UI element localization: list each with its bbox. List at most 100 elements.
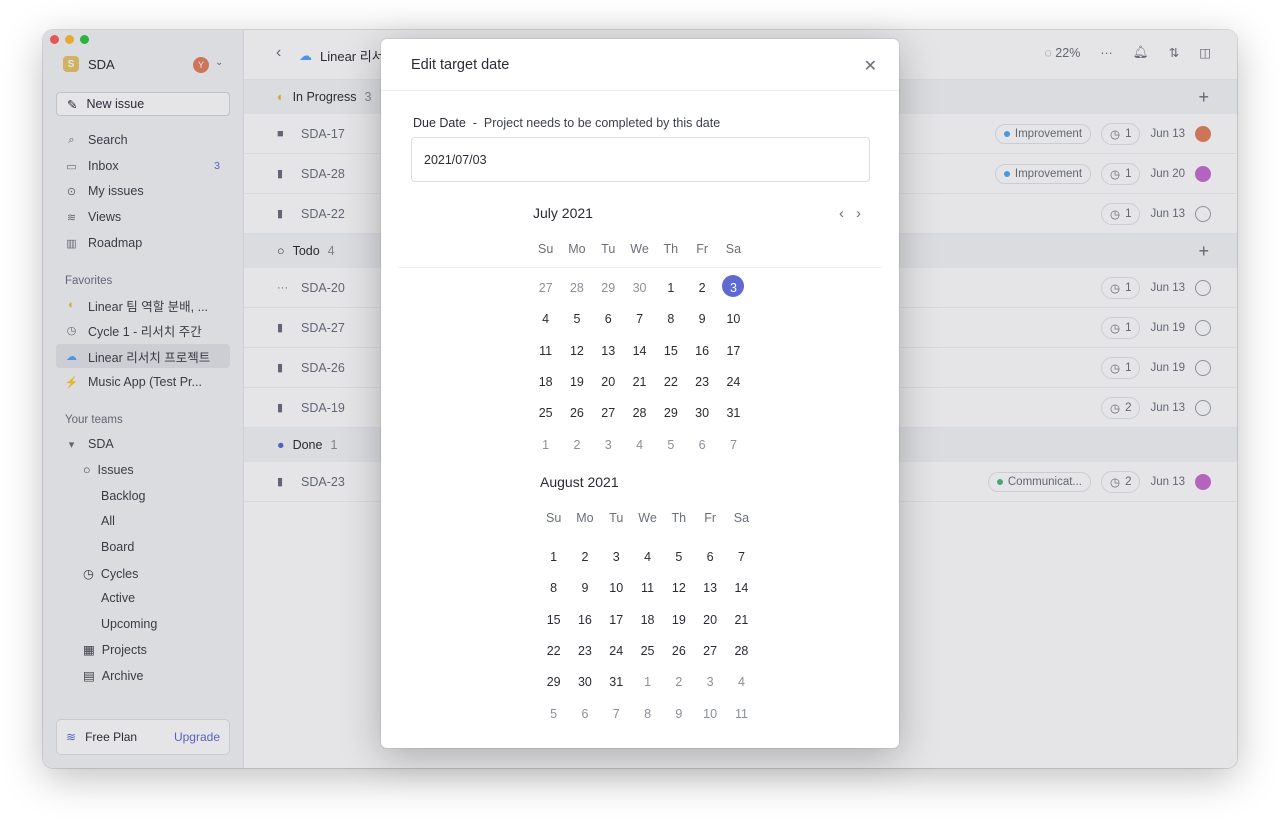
calendar-day[interactable]: 28 [726,644,757,658]
calendar-day[interactable]: 2 [561,438,592,452]
calendar-day[interactable]: 15 [538,613,569,627]
calendar-day[interactable]: 28 [561,281,592,295]
calendar-day[interactable]: 23 [569,644,600,658]
calendar-week-row: 22 23 24 25 26 27 28 [538,644,757,658]
calendar-day[interactable]: 7 [601,707,632,721]
calendar-day[interactable]: 10 [694,707,725,721]
calendar-day[interactable]: 9 [663,707,694,721]
calendar-day[interactable]: 19 [663,613,694,627]
calendar-day[interactable]: 7 [718,438,749,452]
calendar-day[interactable]: 1 [530,438,561,452]
calendar-day[interactable]: 6 [686,438,717,452]
calendar-day[interactable]: 29 [538,675,569,689]
calendar-day[interactable]: 5 [561,312,592,326]
calendar-week-row: 25 26 27 28 29 30 31 [530,406,749,420]
calendar-day[interactable]: 4 [530,312,561,326]
calendar-day[interactable]: 8 [655,312,686,326]
calendar-day[interactable]: 22 [655,375,686,389]
calendar-day-selected[interactable]: 3 [718,275,749,297]
calendar-day[interactable]: 21 [726,613,757,627]
calendar-day[interactable]: 4 [624,438,655,452]
calendar-day[interactable]: 31 [601,675,632,689]
calendar-day[interactable]: 11 [632,581,663,595]
calendar-day[interactable]: 25 [530,406,561,420]
calendar-day[interactable]: 20 [694,613,725,627]
calendar-day[interactable]: 12 [561,344,592,358]
calendar-day[interactable]: 25 [632,644,663,658]
calendar-day[interactable]: 7 [726,550,757,564]
field-separator: - [472,116,477,130]
calendar-day[interactable]: 19 [561,375,592,389]
calendar-day[interactable]: 26 [561,406,592,420]
due-date-input[interactable] [411,137,870,182]
calendar-day[interactable]: 14 [624,344,655,358]
calendar-day[interactable]: 10 [718,312,749,326]
calendar-day[interactable]: 29 [593,281,624,295]
calendar-week-row: 29 30 31 1 2 3 4 [538,675,757,689]
calendar-day[interactable]: 12 [663,581,694,595]
calendar-day[interactable]: 24 [601,644,632,658]
calendar-day[interactable]: 5 [655,438,686,452]
calendar-day[interactable]: 28 [624,406,655,420]
calendar-day[interactable]: 16 [569,613,600,627]
calendar-day[interactable]: 2 [569,550,600,564]
calendar-day[interactable]: 13 [593,344,624,358]
calendar-day[interactable]: 7 [624,312,655,326]
calendar-day[interactable]: 6 [694,550,725,564]
due-date-label: Due Date - Project needs to be completed… [413,116,720,130]
calendar-day[interactable]: 1 [632,675,663,689]
calendar-day[interactable]: 4 [726,675,757,689]
calendar-day[interactable]: 10 [601,581,632,595]
calendar-day[interactable]: 1 [655,281,686,295]
chevron-left-icon[interactable]: ‹ [839,205,844,222]
calendar-week-row: 27 28 29 30 1 2 3 [530,275,749,297]
close-icon[interactable]: ✕ [864,56,877,76]
calendar-day[interactable]: 27 [593,406,624,420]
calendar-week-row: 1234567 [530,438,749,452]
calendar-day[interactable]: 24 [718,375,749,389]
calendar-day[interactable]: 8 [538,581,569,595]
calendar-day[interactable]: 26 [663,644,694,658]
calendar-day[interactable]: 17 [601,613,632,627]
calendar-day[interactable]: 18 [632,613,663,627]
calendar-day[interactable]: 20 [593,375,624,389]
calendar-day[interactable]: 14 [726,581,757,595]
calendar-week-row: 8 9 10 11 12 13 14 [538,581,757,595]
calendar-day[interactable]: 5 [538,707,569,721]
calendar-day[interactable]: 29 [655,406,686,420]
calendar-day[interactable]: 6 [593,312,624,326]
calendar-day[interactable]: 31 [718,406,749,420]
calendar-day[interactable]: 22 [538,644,569,658]
calendar-day[interactable]: 6 [569,707,600,721]
calendar-day[interactable]: 30 [569,675,600,689]
calendar-day[interactable]: 27 [694,644,725,658]
calendar-day[interactable]: 18 [530,375,561,389]
chevron-right-icon[interactable]: › [856,205,861,222]
calendar-day[interactable]: 2 [686,281,717,295]
calendar-day[interactable]: 16 [686,344,717,358]
calendar-day[interactable]: 9 [569,581,600,595]
weekday-label: Tu [609,511,624,525]
calendar-day[interactable]: 3 [694,675,725,689]
calendar-day[interactable]: 3 [601,550,632,564]
calendar-day[interactable]: 5 [663,550,694,564]
calendar-day[interactable]: 8 [632,707,663,721]
calendar-day[interactable]: 11 [726,707,757,721]
calendar-day[interactable]: 13 [694,581,725,595]
calendar-day[interactable]: 30 [624,281,655,295]
calendar-day[interactable]: 23 [686,375,717,389]
calendar-day[interactable]: 30 [686,406,717,420]
calendar-day[interactable]: 27 [530,281,561,295]
calendar-day[interactable]: 11 [530,344,561,358]
calendar-day[interactable]: 2 [663,675,694,689]
calendar-week-row: 11 12 13 14 15 16 17 [530,344,749,358]
calendar-day[interactable]: 3 [593,438,624,452]
month-title-july: July 2021 [533,205,593,221]
calendar-day[interactable]: 9 [686,312,717,326]
calendar-divider [398,267,882,268]
calendar-day[interactable]: 4 [632,550,663,564]
calendar-day[interactable]: 17 [718,344,749,358]
calendar-day[interactable]: 15 [655,344,686,358]
calendar-day[interactable]: 21 [624,375,655,389]
calendar-day[interactable]: 1 [538,550,569,564]
